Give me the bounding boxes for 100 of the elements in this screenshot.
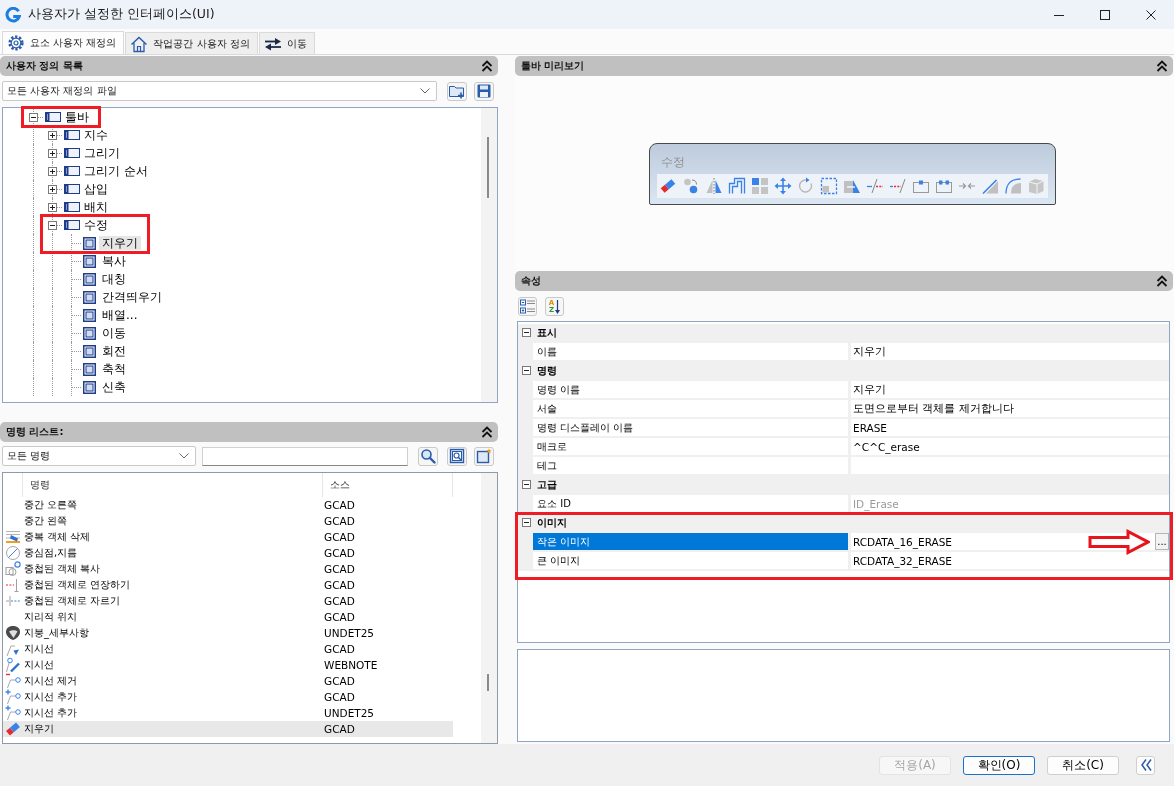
tab[interactable]: 이동 xyxy=(258,32,315,54)
line-slash-icon[interactable] xyxy=(889,176,907,195)
minus-box-icon[interactable] xyxy=(522,328,531,337)
command-row[interactable]: 지시선 추가 GCAD xyxy=(3,689,453,705)
column-header[interactable]: 명령 xyxy=(23,473,323,497)
nested-outline-icon[interactable] xyxy=(728,176,746,195)
double-chevron-up-icon[interactable] xyxy=(481,60,493,72)
property-value[interactable]: RCDATA_32_ERASE xyxy=(853,554,952,567)
column-header[interactable]: 소스 xyxy=(323,473,453,497)
scrollbar-thumb[interactable] xyxy=(487,137,489,198)
minus-box-icon[interactable] xyxy=(522,366,531,375)
command-row[interactable]: 중간 왼쪽 GCAD xyxy=(3,513,453,529)
command-row[interactable]: 중심점,지름 GCAD xyxy=(3,545,453,561)
command-row[interactable]: 지시선 WEBNOTE xyxy=(3,657,453,673)
maximize-icon[interactable] xyxy=(1100,9,1110,20)
dialog-button[interactable]: 취소(C) xyxy=(1047,755,1119,775)
category-header[interactable]: 표시 xyxy=(518,324,1169,343)
tree-item[interactable]: 그리기 xyxy=(81,146,123,160)
property-value[interactable]: 도면으로부터 객체를 제거합니다 xyxy=(853,401,1014,416)
tree-item[interactable]: 회전 xyxy=(99,344,129,358)
tab[interactable]: 작업공간 사용자 정의 xyxy=(125,32,258,54)
scrollbar[interactable] xyxy=(481,473,497,743)
command-row[interactable]: 중첩된 객체 복사 GCAD xyxy=(3,561,453,577)
tree-item[interactable]: 삽입 xyxy=(81,182,111,196)
chevron-down-icon[interactable] xyxy=(420,88,430,94)
property-name[interactable]: 명령 디스플레이 이름 xyxy=(533,419,851,436)
category-header[interactable]: 명령 xyxy=(518,362,1169,381)
property-name[interactable]: 명령 이름 xyxy=(533,381,851,398)
property-value[interactable]: RCDATA_16_ERASE xyxy=(853,535,952,548)
tree-item[interactable]: 배치 xyxy=(81,200,111,214)
property-value[interactable]: 지우기 xyxy=(853,382,886,397)
browse-button[interactable]: ... xyxy=(1155,533,1169,550)
tree-item[interactable]: 지수 xyxy=(81,128,111,142)
search-field[interactable] xyxy=(202,446,408,466)
double-chevron-up-icon[interactable] xyxy=(481,426,493,438)
dialog-button[interactable]: 확인(O) xyxy=(963,755,1035,775)
property-value[interactable]: ERASE xyxy=(853,421,887,434)
categorized-button[interactable] xyxy=(518,297,537,316)
property-value[interactable]: ^C^C_erase xyxy=(853,440,920,453)
four-way-arrows-icon[interactable] xyxy=(774,176,792,195)
close-icon[interactable] xyxy=(1146,9,1156,20)
tree-item[interactable]: 대칭 xyxy=(99,272,129,286)
command-row[interactable]: 지시선 제거 GCAD xyxy=(3,673,453,689)
command-row[interactable]: 지우기 GCAD xyxy=(3,721,453,737)
dashed-square-icon[interactable] xyxy=(820,176,838,195)
eraser-icon[interactable] xyxy=(659,176,677,195)
tab[interactable]: 요소 사용자 재정의 xyxy=(2,31,125,54)
curve-arc-icon[interactable] xyxy=(1004,176,1022,195)
plus-box-icon[interactable] xyxy=(48,148,57,158)
double-chevron-up-icon[interactable] xyxy=(1156,275,1168,287)
new-command-button[interactable] xyxy=(474,446,494,466)
plus-box-icon[interactable] xyxy=(48,166,57,176)
plus-box-icon[interactable] xyxy=(48,130,57,140)
tree-item[interactable]: 배열... xyxy=(99,308,141,322)
tree-item[interactable]: 지우기 xyxy=(99,236,141,250)
tree-item[interactable]: 복사 xyxy=(99,254,129,268)
command-row[interactable]: 중첩된 객체로 연장하기 GCAD xyxy=(3,577,453,593)
dashed-line-slash-icon[interactable] xyxy=(866,176,884,195)
save-button[interactable] xyxy=(474,81,494,101)
minus-box-icon[interactable] xyxy=(522,480,531,489)
tree-item[interactable]: 간격띄우기 xyxy=(99,290,165,304)
add-folder-button[interactable] xyxy=(447,81,467,101)
command-row[interactable]: 지시선 GCAD xyxy=(3,641,453,657)
mirrored-triangles-icon[interactable] xyxy=(705,176,723,195)
search-button[interactable] xyxy=(418,446,438,466)
tree-item[interactable]: 수정 xyxy=(81,218,111,232)
property-name[interactable]: 작은 이미지 xyxy=(533,533,851,550)
command-filter-dropdown[interactable]: 모든 명령 xyxy=(2,446,196,466)
table-cell-text: GCAD xyxy=(323,723,356,735)
property-name[interactable]: 서술 xyxy=(533,400,851,417)
grid-squares-icon[interactable] xyxy=(751,176,769,195)
property-name[interactable]: 매크로 xyxy=(533,438,851,455)
property-name[interactable]: 요소 ID xyxy=(533,495,851,512)
tree-item[interactable]: 이동 xyxy=(99,326,129,340)
double-chevron-up-icon[interactable] xyxy=(1156,60,1168,72)
chevron-down-icon[interactable] xyxy=(179,453,189,459)
two-circles-icon[interactable] xyxy=(682,176,700,195)
command-row[interactable]: 중복 객체 삭제 GCAD xyxy=(3,529,453,545)
property-value[interactable]: 지우기 xyxy=(853,344,886,359)
command-row[interactable]: 지붕_세부사항 UNDET25 xyxy=(3,625,453,641)
scrollbar[interactable] xyxy=(481,108,497,402)
command-row[interactable]: 지리적 위치 GCAD xyxy=(3,609,453,625)
category-header[interactable]: 고급 xyxy=(518,476,1169,495)
find-button[interactable] xyxy=(447,446,467,466)
command-row[interactable]: 중간 오른쪽 GCAD xyxy=(3,497,453,513)
minus-box-icon[interactable] xyxy=(522,518,531,527)
minus-box-icon[interactable] xyxy=(48,220,57,230)
tree-item[interactable]: 툴바 xyxy=(62,110,92,124)
plus-box-icon[interactable] xyxy=(48,184,57,194)
command-row[interactable]: 지시선 추가 UNDET25 xyxy=(3,705,453,721)
tree-item[interactable]: 신축 xyxy=(99,380,129,394)
minus-box-icon[interactable] xyxy=(29,112,38,122)
scrollbar-thumb[interactable] xyxy=(487,674,489,691)
tree-item[interactable]: 축척 xyxy=(99,362,129,376)
file-dropdown[interactable]: 모든 사용자 재정의 파일 xyxy=(2,81,437,101)
tree-item[interactable]: 그리기 순서 xyxy=(81,164,151,178)
chevron-button[interactable] xyxy=(1136,755,1155,775)
plus-box-icon[interactable] xyxy=(48,202,57,212)
command-row[interactable]: 중첩된 객체로 자르기 GCAD xyxy=(3,593,453,609)
property-name[interactable]: 큰 이미지 xyxy=(533,552,851,569)
